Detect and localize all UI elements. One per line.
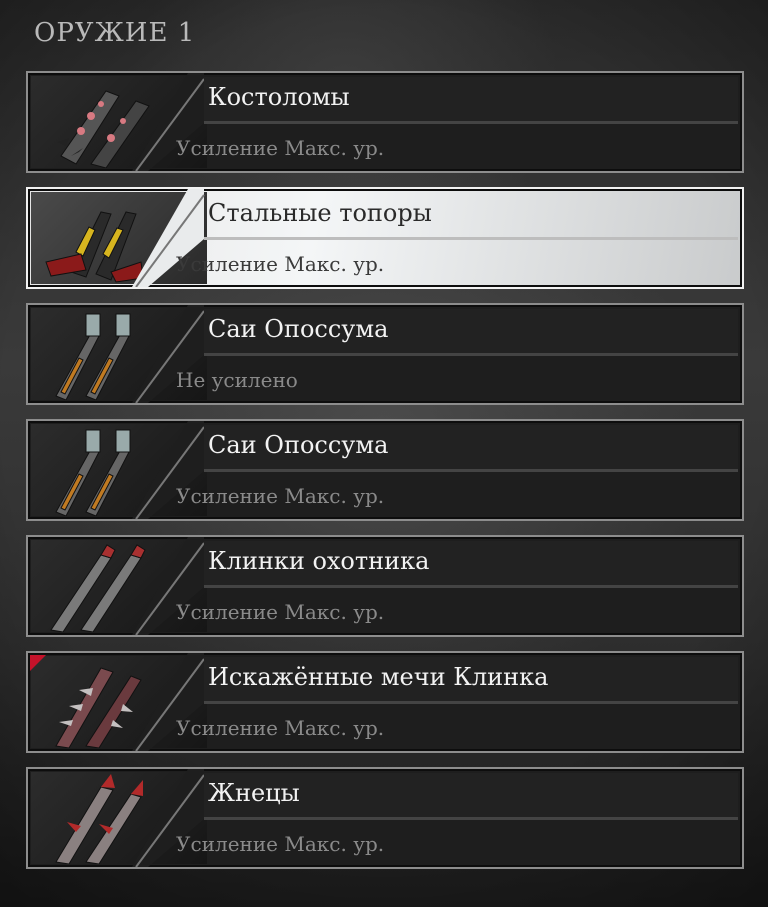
- weapon-item[interactable]: Саи Опоссума Усиление Макс. ур.: [26, 419, 744, 521]
- weapon-item-selected[interactable]: Стальные топоры Усиление Макс. ур.: [26, 187, 744, 289]
- upgrade-status: Усиление Макс. ур.: [176, 716, 385, 740]
- weapon-list: Костоломы Усиление Макс. ур. Стальные то…: [26, 71, 744, 883]
- weapon-name: Костоломы: [208, 83, 350, 111]
- upgrade-status: Усиление Макс. ур.: [176, 484, 385, 508]
- weapon-name: Искажённые мечи Клинка: [208, 663, 549, 691]
- weapon-item[interactable]: Искажённые мечи Клинка Усиление Макс. ур…: [26, 651, 744, 753]
- upgrade-status: Не усилено: [176, 368, 298, 392]
- weapon-item[interactable]: Жнецы Усиление Макс. ур.: [26, 767, 744, 869]
- weapon-name: Саи Опоссума: [208, 315, 389, 343]
- weapon-name: Жнецы: [208, 779, 300, 807]
- upgrade-status: Усиление Макс. ур.: [176, 252, 385, 276]
- weapon-item[interactable]: Костоломы Усиление Макс. ур.: [26, 71, 744, 173]
- weapon-item[interactable]: Клинки охотника Усиление Макс. ур.: [26, 535, 744, 637]
- weapon-item[interactable]: Саи Опоссума Не усилено: [26, 303, 744, 405]
- weapon-name: Стальные топоры: [208, 199, 432, 227]
- upgrade-status: Усиление Макс. ур.: [176, 136, 385, 160]
- weapon-name: Саи Опоссума: [208, 431, 389, 459]
- upgrade-status: Усиление Макс. ур.: [176, 832, 385, 856]
- weapon-name: Клинки охотника: [208, 547, 430, 575]
- section-title: ОРУЖИЕ 1: [34, 18, 196, 48]
- upgrade-status: Усиление Макс. ур.: [176, 600, 385, 624]
